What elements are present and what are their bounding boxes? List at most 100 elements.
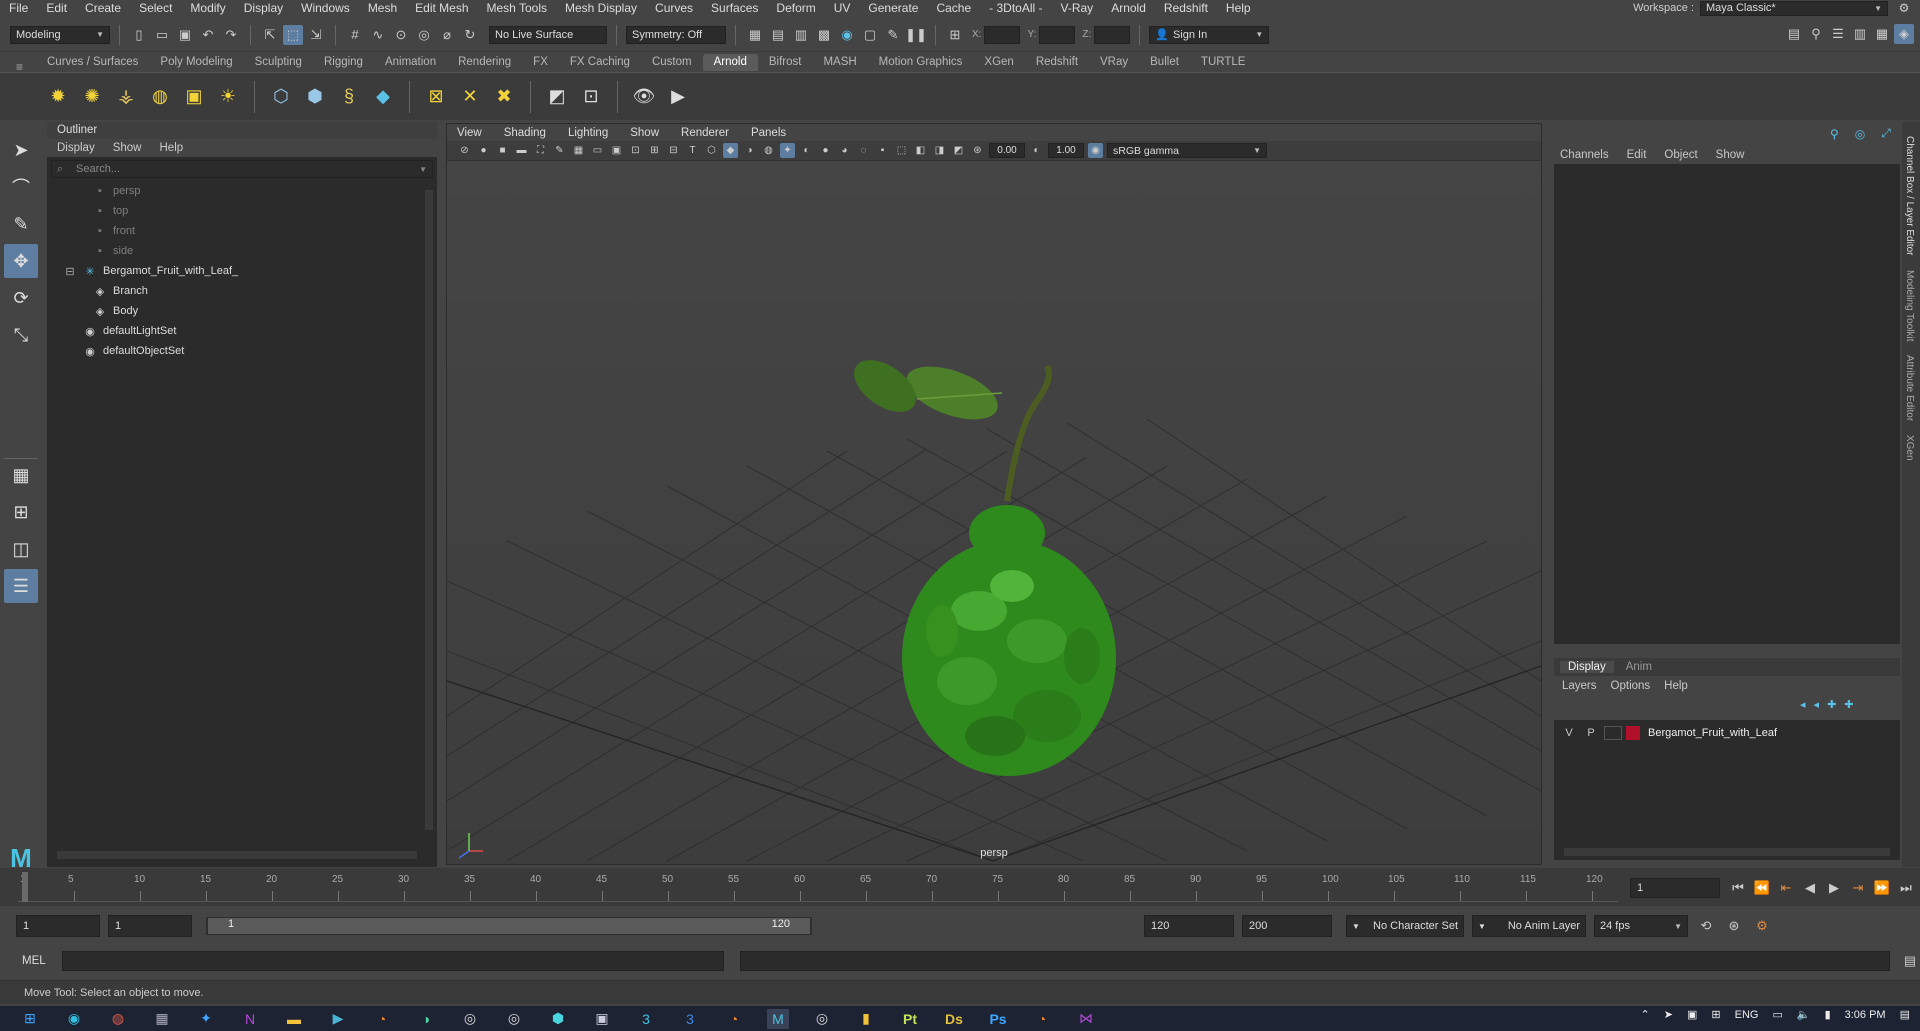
select-camera-icon[interactable]: ⊘ — [457, 143, 472, 158]
shadows-icon[interactable]: ◐ — [799, 143, 814, 158]
shelf-tab-mash[interactable]: MASH — [812, 54, 867, 71]
symmetry-dropdown[interactable]: Symmetry: Off — [626, 25, 726, 44]
sketchup-icon[interactable]: ⬢ — [547, 1009, 569, 1029]
menu-modify[interactable]: Modify — [181, 1, 234, 15]
save-scene-icon[interactable]: ▣ — [175, 25, 195, 45]
texture-manager-icon[interactable]: ⊡ — [577, 83, 605, 111]
timeline-track[interactable]: 1510152025303540455055606570758085909510… — [18, 872, 1618, 902]
y-input[interactable] — [1039, 25, 1076, 44]
snap-view-plane-icon[interactable]: ◎ — [414, 25, 434, 45]
grease-pencil-icon[interactable]: ✎ — [552, 143, 567, 158]
render-settings-icon[interactable]: ▩ — [814, 25, 834, 45]
menu-edit[interactable]: Edit — [37, 1, 76, 15]
obs-second-icon[interactable]: ◎ — [503, 1009, 525, 1029]
xray-joints-icon[interactable]: ◨ — [932, 143, 947, 158]
safe-action-icon[interactable]: ⊟ — [666, 143, 681, 158]
menu-select[interactable]: Select — [130, 1, 181, 15]
windows-start-icon[interactable]: ⊞ — [19, 1009, 41, 1029]
select-tool-icon[interactable]: ➤ — [4, 133, 38, 167]
substance-painter-icon[interactable]: Pt — [899, 1009, 921, 1029]
play-backwards-icon[interactable]: ◀ — [1800, 878, 1820, 898]
paint-select-tool-icon[interactable]: ✎ — [4, 207, 38, 241]
exposure-icon[interactable]: ⊛ — [970, 143, 985, 158]
undo-icon[interactable]: ↶ — [198, 25, 218, 45]
four-view-layout-icon[interactable]: ⊞ — [4, 495, 38, 529]
new-empty-layer-icon[interactable]: ✚ — [1827, 698, 1836, 711]
menu-deform[interactable]: Deform — [767, 1, 824, 15]
viewport-menu-show[interactable]: Show — [630, 127, 659, 139]
channelbox-menu-channels[interactable]: Channels — [1560, 149, 1609, 161]
shelf-tab-custom[interactable]: Custom — [641, 54, 703, 71]
z-input[interactable] — [1094, 25, 1131, 44]
light-portal-icon[interactable]: ▣ — [180, 83, 208, 111]
menu-windows[interactable]: Windows — [292, 1, 359, 15]
menu-generate[interactable]: Generate — [859, 1, 927, 15]
outliner-menu-show[interactable]: Show — [113, 142, 142, 154]
side-tab-xgen[interactable]: XGen — [1904, 435, 1915, 461]
scale-tool-icon[interactable]: ⤡ — [4, 318, 38, 352]
layer-menu-help[interactable]: Help — [1664, 680, 1688, 692]
outliner-search-input[interactable]: ⌕ Search... ▼ — [51, 160, 433, 178]
x-input[interactable] — [984, 25, 1021, 44]
layer-menu-layers[interactable]: Layers — [1562, 680, 1597, 692]
rotate-tool-icon[interactable]: ⟳ — [4, 281, 38, 315]
step-back-key-icon[interactable]: ⇤ — [1776, 878, 1796, 898]
outliner-item[interactable]: ▪ front — [47, 221, 437, 241]
color-management-icon[interactable]: ◉ — [1088, 143, 1103, 158]
snap-surface-icon[interactable]: ⌀ — [437, 25, 457, 45]
hypershade-icon[interactable]: ◉ — [837, 25, 857, 45]
workspace-dropdown[interactable]: Maya Classic* ▼ — [1700, 0, 1888, 16]
film-gate-icon[interactable]: ▭ — [590, 143, 605, 158]
nvidia-icon[interactable]: ▣ — [1687, 1008, 1697, 1021]
new-scene-icon[interactable]: ▯ — [129, 25, 149, 45]
character-set-dropdown[interactable]: ▼ No Character Set — [1346, 915, 1464, 937]
render-view-icon[interactable]: ▦ — [745, 25, 765, 45]
select-component-icon[interactable]: ⇲ — [306, 25, 326, 45]
outliner-item[interactable]: ◉ defaultLightSet — [47, 321, 437, 341]
onenote-icon[interactable]: N — [239, 1009, 261, 1029]
layer-menu-options[interactable]: Options — [1611, 680, 1651, 692]
ambient-occlusion-icon[interactable]: ● — [818, 143, 833, 158]
collapse-toggle-icon[interactable]: ⊟ — [63, 265, 77, 278]
character-controls-icon[interactable]: ⚲ — [1806, 24, 1826, 44]
layer-display-type[interactable] — [1604, 726, 1622, 740]
side-tab-channel-box[interactable]: Channel Box / Layer Editor — [1904, 136, 1915, 256]
photoshop-icon[interactable]: Ps — [987, 1009, 1009, 1029]
step-forward-key-icon[interactable]: ⇥ — [1848, 878, 1868, 898]
folder-icon[interactable]: ▮ — [855, 1009, 877, 1029]
render-current-icon[interactable]: ▤ — [768, 25, 788, 45]
light-manager-icon[interactable]: ✕ — [456, 83, 484, 111]
edge-browser-icon[interactable]: ◉ — [63, 1009, 85, 1029]
outliner-item[interactable]: ◈ Body — [47, 301, 437, 321]
snap-live-icon[interactable]: ↻ — [460, 25, 480, 45]
menu-vray[interactable]: V-Ray — [1052, 1, 1103, 15]
network-icon[interactable]: ⊞ — [1711, 1008, 1720, 1021]
language-indicator[interactable]: ENG — [1735, 1009, 1759, 1021]
side-tab-attribute-editor[interactable]: Attribute Editor — [1904, 355, 1915, 421]
shelf-tab-bullet[interactable]: Bullet — [1139, 54, 1190, 71]
shelf-tab-motion-graphics[interactable]: Motion Graphics — [868, 54, 974, 71]
tool-icon[interactable]: ✎ — [883, 25, 903, 45]
blender-third-icon[interactable]: ◔ — [1031, 1009, 1053, 1029]
animation-preferences-icon[interactable]: ⚙ — [1752, 916, 1772, 936]
gear-icon[interactable]: ⚙ — [1894, 0, 1914, 18]
shelf-tab-animation[interactable]: Animation — [374, 54, 447, 71]
viewport-menu-lighting[interactable]: Lighting — [568, 127, 608, 139]
shelf-tab-redshift[interactable]: Redshift — [1025, 54, 1089, 71]
shelf-tab-sculpting[interactable]: Sculpting — [244, 54, 313, 71]
telegram-icon[interactable]: ➤ — [1664, 1008, 1673, 1021]
scene-end-input[interactable]: 200 — [1242, 915, 1332, 937]
attribute-editor-icon[interactable]: ☰ — [1828, 24, 1848, 44]
cmd-language-label[interactable]: MEL — [22, 955, 52, 967]
single-perspective-layout-icon[interactable]: ▦ — [4, 458, 38, 492]
skydome-light-icon[interactable]: ◍ — [146, 83, 174, 111]
outliner-layout-icon[interactable]: ☰ — [4, 569, 38, 603]
shelf-tab-poly-modeling[interactable]: Poly Modeling — [149, 54, 243, 71]
menu-mesh-display[interactable]: Mesh Display — [556, 1, 646, 15]
menu-edit-mesh[interactable]: Edit Mesh — [406, 1, 477, 15]
display-icon[interactable]: ▭ — [1772, 1008, 1782, 1021]
flush-cache-icon[interactable]: ◩ — [543, 83, 571, 111]
auto-key-icon[interactable]: ⊛ — [1724, 916, 1744, 936]
current-frame-input[interactable]: 1 — [1630, 878, 1720, 898]
menu-uv[interactable]: UV — [825, 1, 860, 15]
